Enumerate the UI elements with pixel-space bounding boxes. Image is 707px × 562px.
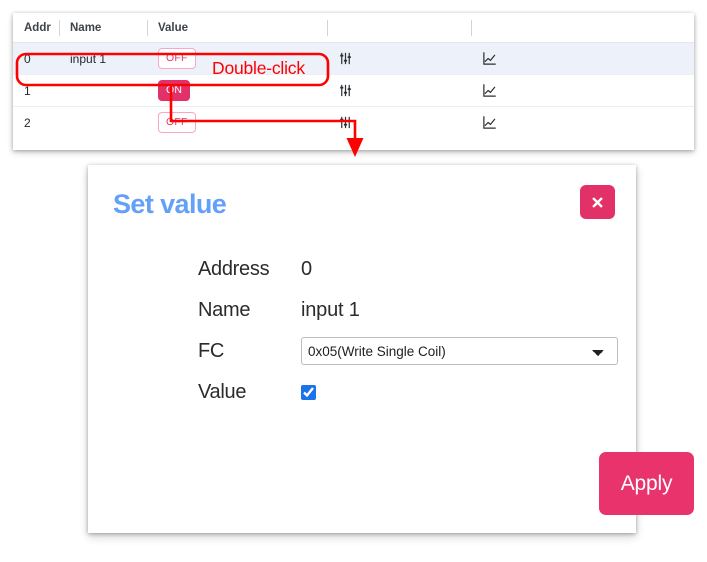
table-row[interactable]: 0 input 1 OFF xyxy=(13,42,694,75)
cell-chart xyxy=(471,74,694,107)
dialog-form: Address 0 Name input 1 FC 0x05(Write Sin… xyxy=(198,253,618,417)
column-header-address[interactable]: Addr xyxy=(13,13,59,43)
fc-label: FC xyxy=(198,339,225,362)
name-label: Name xyxy=(198,298,251,321)
table-row[interactable]: 1 ON xyxy=(13,74,694,107)
name-value xyxy=(59,107,147,138)
table-header-row: Addr Name Value xyxy=(13,13,694,43)
cell-value: ON xyxy=(147,74,327,107)
cell-name: input 1 xyxy=(59,42,147,75)
cell-actions xyxy=(327,42,471,75)
line-chart-icon[interactable] xyxy=(482,115,497,130)
address-label: Address xyxy=(198,257,270,280)
address-value: 2 xyxy=(24,115,31,130)
table-body: 0 input 1 OFF 1 ON 2 OFF xyxy=(13,42,694,138)
sliders-icon[interactable] xyxy=(338,115,353,130)
sliders-icon[interactable] xyxy=(338,83,353,98)
close-icon[interactable] xyxy=(580,185,615,219)
value-label: Value xyxy=(198,380,247,403)
name-value: input 1 xyxy=(301,298,360,321)
cell-value: OFF xyxy=(147,106,327,138)
column-header-value-label: Value xyxy=(158,22,189,34)
column-header-address-label: Addr xyxy=(24,22,51,34)
field-name: Name input 1 xyxy=(198,294,618,326)
cell-chart xyxy=(471,42,694,75)
column-header-name-label: Name xyxy=(70,22,102,34)
register-table: Addr Name Value 0 input 1 OFF 1 ON 2 OFF xyxy=(13,13,694,138)
cell-name xyxy=(59,106,147,138)
field-fc: FC 0x05(Write Single Coil) xyxy=(198,335,618,367)
value-checkbox[interactable] xyxy=(301,384,316,400)
cell-chart xyxy=(471,106,694,138)
cell-address: 0 xyxy=(13,42,59,75)
status-badge[interactable]: OFF xyxy=(158,112,196,133)
cell-actions xyxy=(327,74,471,107)
status-badge[interactable]: ON xyxy=(158,80,191,101)
column-header-value[interactable]: Value xyxy=(147,13,327,43)
column-header-actions[interactable] xyxy=(327,13,471,43)
apply-button[interactable]: Apply xyxy=(599,452,694,515)
cell-actions xyxy=(327,106,471,138)
cell-value: OFF xyxy=(147,42,327,75)
field-address: Address 0 xyxy=(198,253,618,285)
cell-address: 2 xyxy=(13,106,59,138)
line-chart-icon[interactable] xyxy=(482,83,497,98)
address-value: 1 xyxy=(24,83,31,98)
sliders-icon[interactable] xyxy=(338,51,353,66)
close-x-icon xyxy=(592,196,603,208)
dialog-title: Set value xyxy=(113,189,227,219)
table-header: Addr Name Value xyxy=(13,13,694,43)
cell-address: 1 xyxy=(13,74,59,107)
column-header-chart[interactable] xyxy=(471,13,694,43)
address-value: 0 xyxy=(24,51,31,66)
set-value-dialog: Set value Address 0 Name input 1 FC 0x05… xyxy=(88,165,694,533)
column-header-name[interactable]: Name xyxy=(59,13,147,43)
fc-select[interactable]: 0x05(Write Single Coil) xyxy=(301,337,618,365)
register-table-panel: Addr Name Value 0 input 1 OFF 1 ON 2 OFF xyxy=(13,13,694,150)
name-value xyxy=(59,75,147,106)
name-value: input 1 xyxy=(70,51,107,66)
status-badge[interactable]: OFF xyxy=(158,48,196,69)
cell-name xyxy=(59,74,147,107)
field-value: Value xyxy=(198,376,618,408)
address-value: 0 xyxy=(301,257,312,280)
table-row[interactable]: 2 OFF xyxy=(13,106,694,138)
line-chart-icon[interactable] xyxy=(482,51,497,66)
